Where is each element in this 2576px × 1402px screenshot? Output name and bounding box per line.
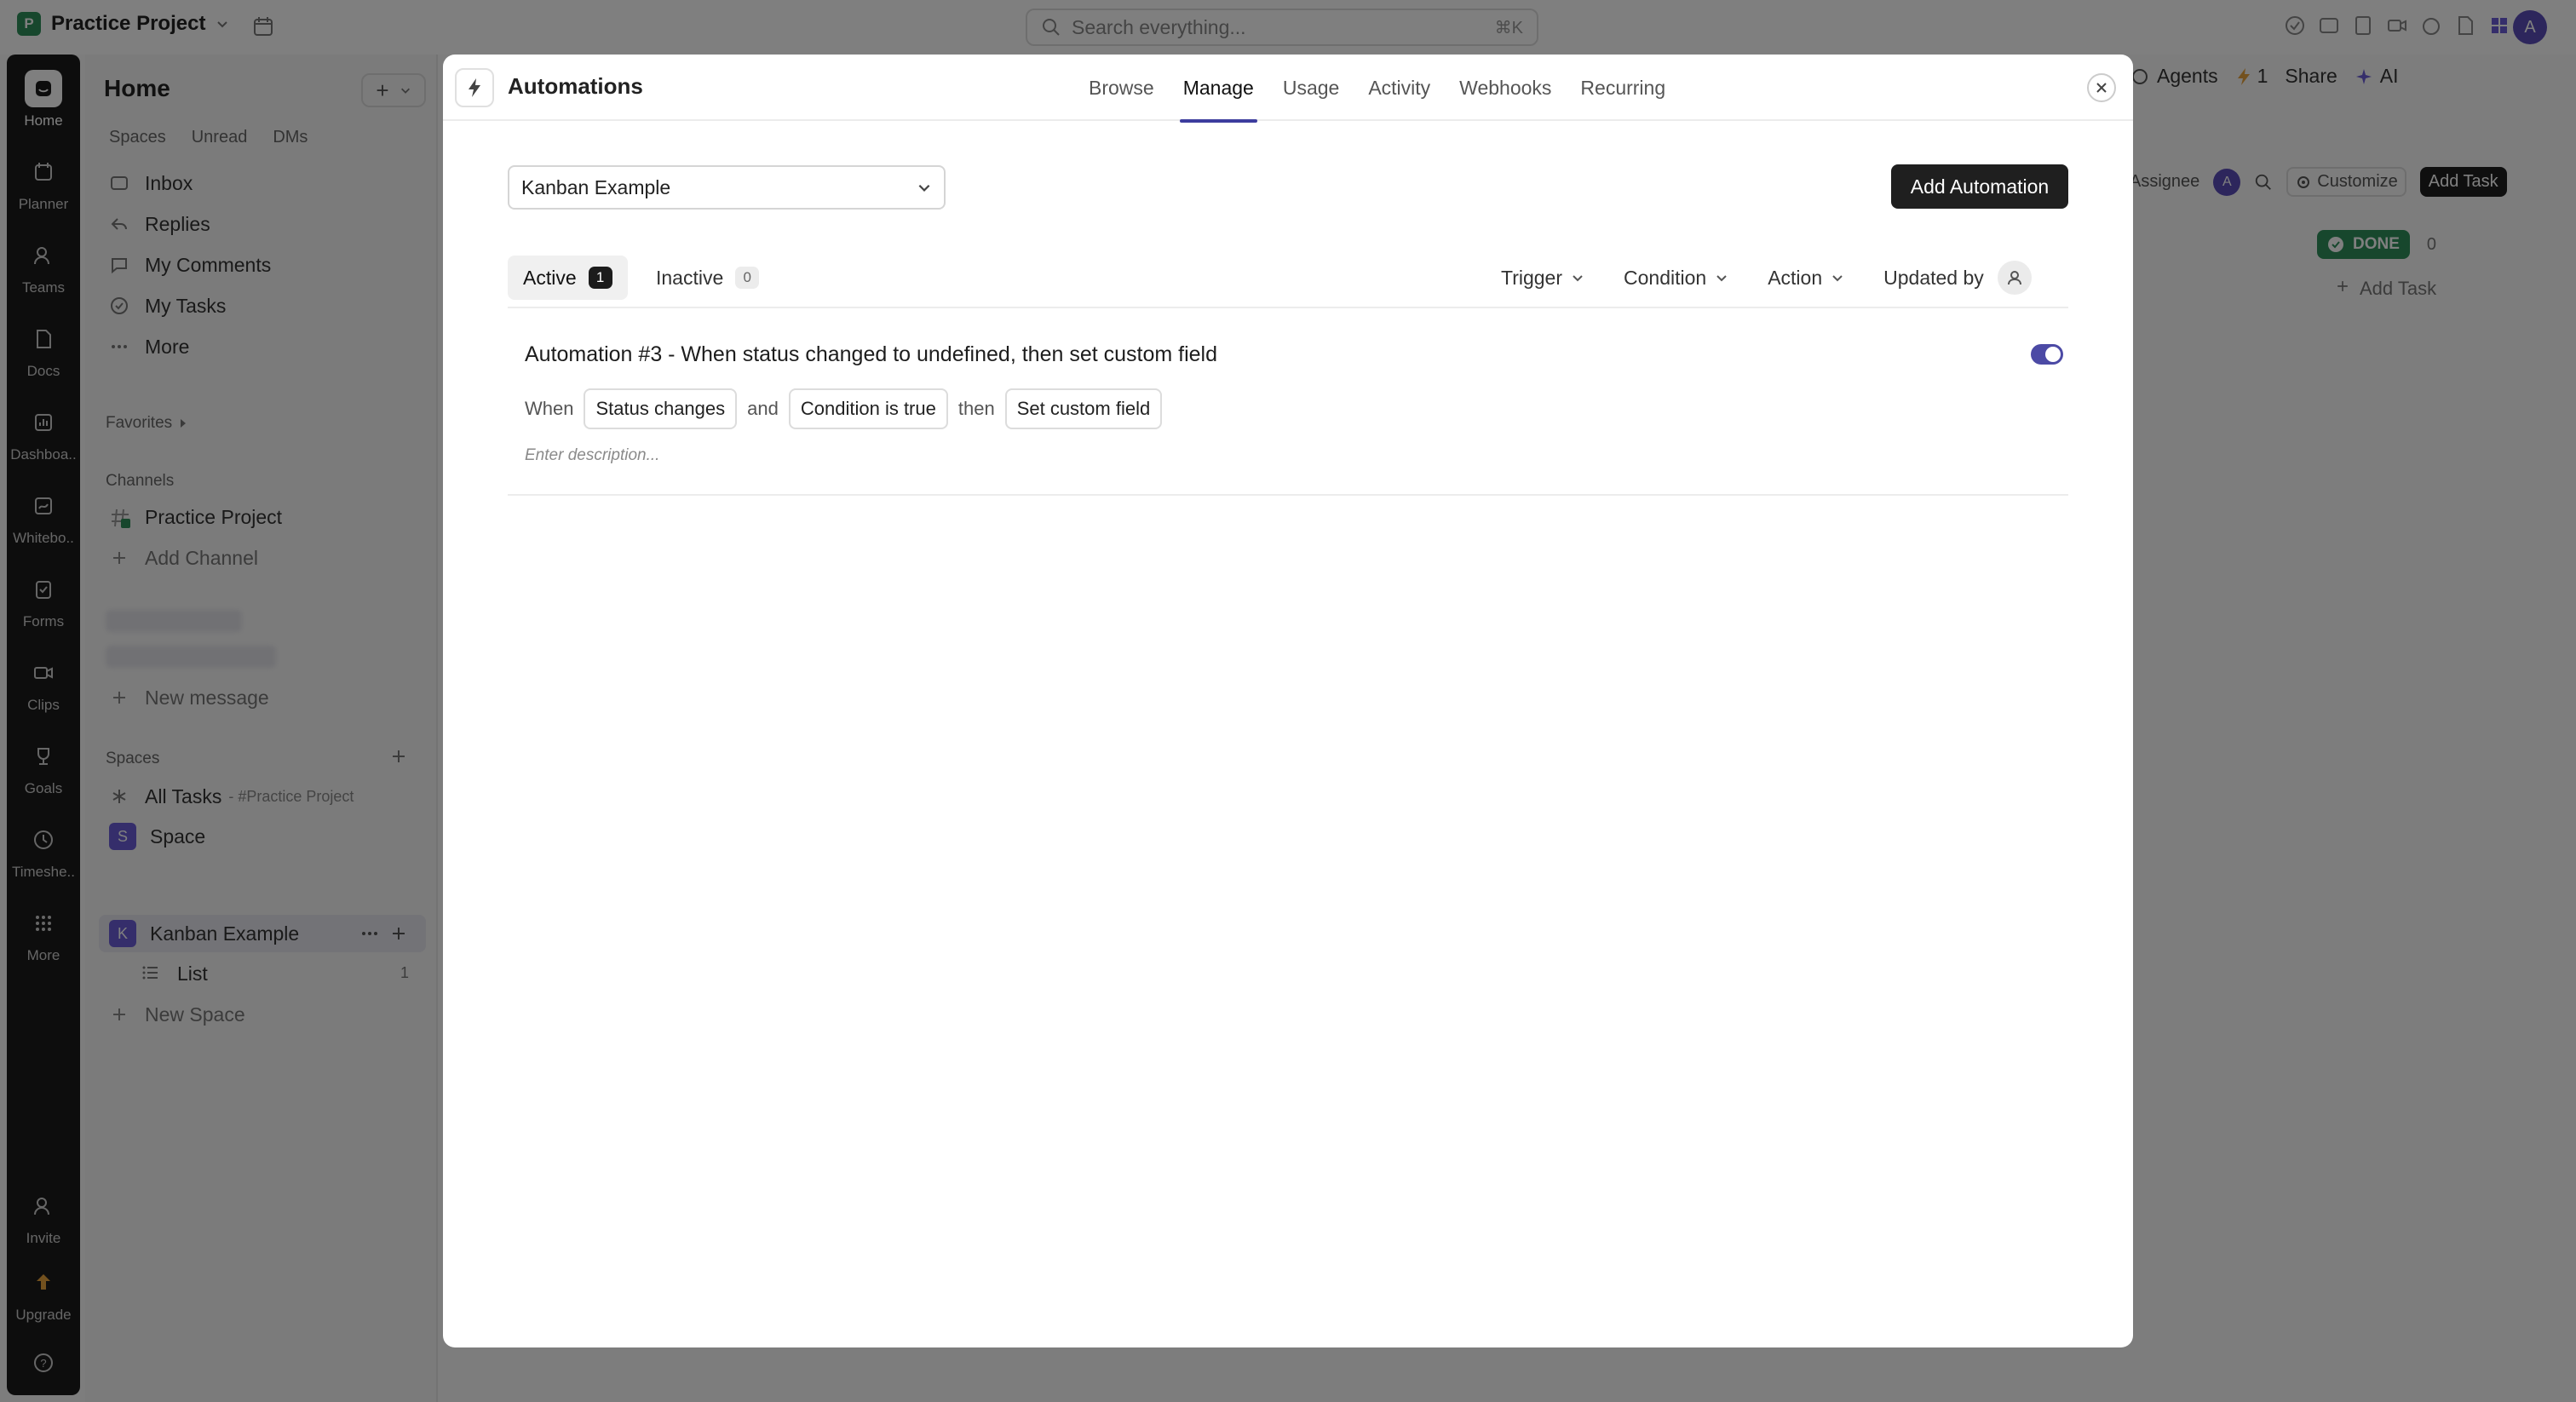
tab-active[interactable]: Active 1 [508, 256, 628, 300]
trigger-chip[interactable]: Status changes [584, 388, 738, 429]
when-label: When [525, 398, 574, 419]
modal-title: Automations [508, 73, 643, 99]
active-label: Active [523, 266, 577, 289]
tab-manage[interactable]: Manage [1179, 55, 1257, 123]
condition-filter-label: Condition [1624, 266, 1707, 289]
tab-webhooks[interactable]: Webhooks [1456, 55, 1555, 121]
close-icon [2095, 81, 2108, 95]
inactive-label: Inactive [656, 266, 724, 289]
filter-dropdowns: Trigger Condition Action Updated by [1501, 256, 2032, 300]
user-select-icon[interactable] [1997, 261, 2032, 295]
action-chip[interactable]: Set custom field [1004, 388, 1163, 429]
active-count: 1 [588, 267, 612, 289]
chevron-down-icon [1571, 271, 1584, 284]
automations-modal: Automations Browse Manage Usage Activity… [443, 55, 2133, 1347]
tab-activity[interactable]: Activity [1365, 55, 1434, 121]
inactive-count: 0 [735, 267, 760, 289]
tab-browse[interactable]: Browse [1085, 55, 1158, 121]
space-select[interactable]: Kanban Example [508, 165, 946, 210]
close-button[interactable] [2087, 73, 2116, 102]
action-filter-label: Action [1768, 266, 1823, 289]
automation-flow: When Status changes and Condition is tru… [525, 388, 1163, 429]
tab-recurring[interactable]: Recurring [1577, 55, 1669, 121]
action-filter[interactable]: Action [1768, 267, 1844, 290]
automation-title[interactable]: Automation #3 - When status changed to u… [525, 342, 1217, 367]
trigger-filter-label: Trigger [1501, 266, 1562, 289]
updated-by-filter[interactable]: Updated by [1883, 267, 1984, 290]
updated-by-label: Updated by [1883, 266, 1984, 289]
description-input[interactable]: Enter description... [525, 446, 659, 465]
space-select-value: Kanban Example [521, 175, 671, 198]
bolt-icon-box [455, 68, 494, 107]
chevron-down-icon [1831, 271, 1844, 284]
automation-card[interactable]: Automation #3 - When status changed to u… [508, 310, 2068, 496]
and-label: and [747, 398, 779, 419]
condition-filter[interactable]: Condition [1624, 267, 1728, 290]
modal-header: Automations Browse Manage Usage Activity… [443, 55, 2133, 123]
then-label: then [957, 398, 995, 419]
filter-row: Active 1 Inactive 0 Trigger Condition Ac… [508, 256, 2068, 308]
automation-toggle[interactable] [2031, 344, 2063, 365]
bolt-icon [466, 77, 483, 99]
tab-inactive[interactable]: Inactive 0 [641, 256, 774, 300]
chevron-down-icon [1715, 271, 1728, 284]
trigger-filter[interactable]: Trigger [1501, 267, 1584, 290]
chevron-down-icon [917, 180, 932, 195]
add-automation-button[interactable]: Add Automation [1891, 164, 2068, 209]
condition-chip[interactable]: Condition is true [788, 388, 948, 429]
modal-tabs: Browse Manage Usage Activity Webhooks Re… [1085, 55, 1669, 123]
tab-usage[interactable]: Usage [1279, 55, 1343, 121]
